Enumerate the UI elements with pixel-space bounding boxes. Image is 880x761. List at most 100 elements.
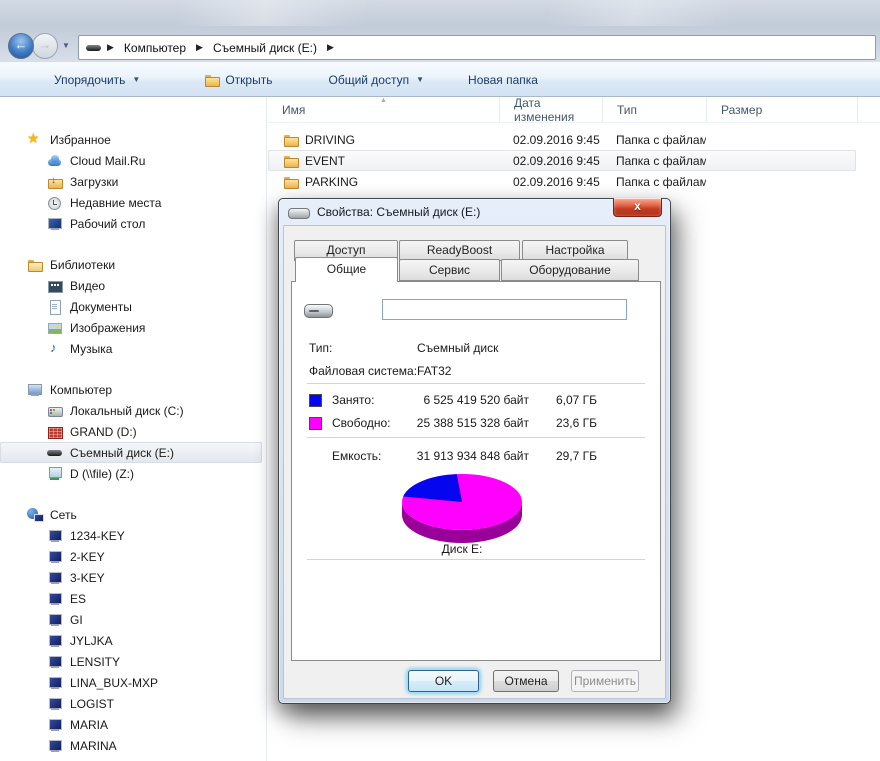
tab-hardware[interactable]: Оборудование (501, 259, 639, 281)
tab-general[interactable]: Общие (295, 257, 398, 282)
sidebar-item[interactable]: GRAND (D:) (0, 421, 262, 442)
breadcrumb-item[interactable]: Съемный диск (E:) ▶ (208, 39, 337, 57)
removable-drive-icon (86, 40, 102, 56)
sidebar-item[interactable]: Локальный диск (C:) (0, 400, 262, 421)
dialog-title: Свойства: Съемный диск (E:) (317, 205, 480, 219)
toolbar-item-label: Общий доступ (328, 73, 409, 87)
used-label: Занято: (332, 393, 374, 407)
sidebar-item[interactable]: LINA_BUX-MXP (0, 672, 262, 693)
file-name: EVENT (305, 154, 345, 168)
sidebar-item[interactable]: Съемный диск (E:) (0, 442, 262, 463)
sidebar-item[interactable]: MARINA (0, 735, 262, 756)
used-color-swatch (309, 394, 322, 407)
breadcrumb-separator-icon: ▶ (193, 42, 206, 53)
sidebar-item[interactable]: Музыка (0, 338, 262, 359)
pc-icon (47, 591, 63, 607)
sidebar-section-header[interactable]: Библиотеки (0, 254, 266, 275)
folder-icon (283, 153, 299, 169)
tab-tools[interactable]: Сервис (399, 259, 500, 281)
divider (307, 437, 645, 439)
network-drive-icon (47, 466, 63, 482)
sidebar-section-header[interactable]: Сеть (0, 504, 266, 525)
recent-places-icon (47, 195, 63, 211)
free-label: Свободно: (332, 416, 391, 430)
sidebar-section-header[interactable]: Компьютер (0, 379, 266, 400)
sidebar-item[interactable]: MARIA (0, 714, 262, 735)
documents-icon (47, 299, 63, 315)
pc-icon (47, 675, 63, 691)
type-label: Тип: (309, 341, 332, 355)
filesystem-label: Файловая система: (309, 364, 417, 378)
star-icon (27, 132, 43, 148)
sidebar-section-items: Видео Документы Изображения Музыка (0, 275, 266, 359)
sidebar-item[interactable]: Изображения (0, 317, 262, 338)
sidebar-item[interactable]: LOGIST (0, 693, 262, 714)
new-folder-button[interactable]: Новая папка ▼ (460, 69, 546, 91)
sidebar-item[interactable]: RR-CITY (0, 756, 262, 761)
tab-readyboost[interactable]: ReadyBoost (399, 240, 520, 261)
divider (307, 559, 645, 561)
breadcrumb-separator-icon: ▶ (104, 42, 117, 53)
forward-button[interactable]: → (32, 33, 58, 59)
table-row[interactable]: DRIVING 02.09.2016 9:45 Папка с файлами (268, 129, 856, 150)
file-date: 02.09.2016 9:45 (499, 175, 602, 189)
file-name: DRIVING (305, 133, 355, 147)
folder-icon (283, 132, 299, 148)
free-bytes: 25 388 515 328 байт (387, 416, 529, 430)
apply-button[interactable]: Применить (571, 670, 639, 692)
share-button[interactable]: Общий доступ ▼ (320, 69, 432, 91)
grand-drive-icon (47, 424, 63, 440)
sidebar-item[interactable]: 2-KEY (0, 546, 262, 567)
back-button[interactable]: ← (8, 33, 34, 59)
table-row[interactable]: EVENT 02.09.2016 9:45 Папка с файлами (268, 150, 856, 171)
sidebar-item[interactable]: JYLJKA (0, 630, 262, 651)
toolbar-item-label: Упорядочить (54, 73, 125, 87)
sidebar-item[interactable]: 1234-KEY (0, 525, 262, 546)
tab-customize[interactable]: Настройка (522, 240, 628, 261)
sidebar-section: Компьютер Локальный диск (C:) GRAND (D:)… (0, 379, 266, 484)
capacity-size: 29,7 ГБ (537, 449, 597, 463)
sidebar-item[interactable]: Загрузки (0, 171, 262, 192)
sidebar-item[interactable]: Cloud Mail.Ru (0, 150, 262, 171)
sidebar-section-items: Cloud Mail.Ru Загрузки Недавние места Ра… (0, 150, 266, 234)
close-button[interactable]: x (613, 198, 662, 217)
column-header-size[interactable]: Размер (707, 97, 858, 123)
file-date: 02.09.2016 9:45 (499, 154, 602, 168)
libraries-icon (27, 257, 43, 273)
sidebar-item[interactable]: D (\\file) (Z:) (0, 463, 262, 484)
sidebar-item[interactable]: ES (0, 588, 262, 609)
folder-icon (283, 174, 299, 190)
organize-button[interactable]: Упорядочить ▼ (46, 69, 148, 91)
free-size: 23,6 ГБ (537, 416, 597, 430)
recent-pages-dropdown[interactable]: ▼ (62, 41, 70, 50)
file-name: PARKING (305, 175, 358, 189)
pc-icon (47, 696, 63, 712)
column-header-date[interactable]: Дата изменения (500, 97, 603, 123)
sidebar-item[interactable]: Рабочий стол (0, 213, 262, 234)
downloads-folder-icon (47, 174, 63, 190)
video-icon (47, 278, 63, 294)
sidebar-item[interactable]: GI (0, 609, 262, 630)
file-rows: DRIVING 02.09.2016 9:45 Папка с файлами … (268, 129, 880, 192)
volume-label-input[interactable] (382, 299, 627, 320)
table-row[interactable]: PARKING 02.09.2016 9:45 Папка с файлами (268, 171, 856, 192)
breadcrumb-separator-icon: ▶ (324, 42, 337, 53)
used-size: 6,07 ГБ (537, 393, 597, 407)
sidebar-item[interactable]: Видео (0, 275, 262, 296)
column-header-type[interactable]: Тип (603, 97, 707, 123)
sidebar-section-header[interactable]: Избранное (0, 129, 266, 150)
sidebar-item[interactable]: Документы (0, 296, 262, 317)
desktop-icon (47, 216, 63, 232)
dialog-titlebar[interactable]: Свойства: Съемный диск (E:) x (279, 199, 670, 225)
open-button[interactable]: Открыть ▼ (196, 68, 280, 92)
breadcrumb-item[interactable]: Компьютер ▶ (119, 39, 206, 57)
sidebar-item[interactable]: 3-KEY (0, 567, 262, 588)
cancel-button[interactable]: Отмена (493, 670, 559, 692)
sidebar-section: Сеть 1234-KEY 2-KEY 3-KEY (0, 504, 266, 761)
address-bar[interactable]: ▶ Компьютер ▶ Съемный диск (E:) ▶ (78, 35, 876, 60)
file-type: Папка с файлами (602, 133, 706, 147)
sidebar-item[interactable]: Недавние места (0, 192, 262, 213)
sidebar-item[interactable]: LENSITY (0, 651, 262, 672)
ok-button[interactable]: OK (408, 670, 479, 692)
file-date: 02.09.2016 9:45 (499, 133, 602, 147)
